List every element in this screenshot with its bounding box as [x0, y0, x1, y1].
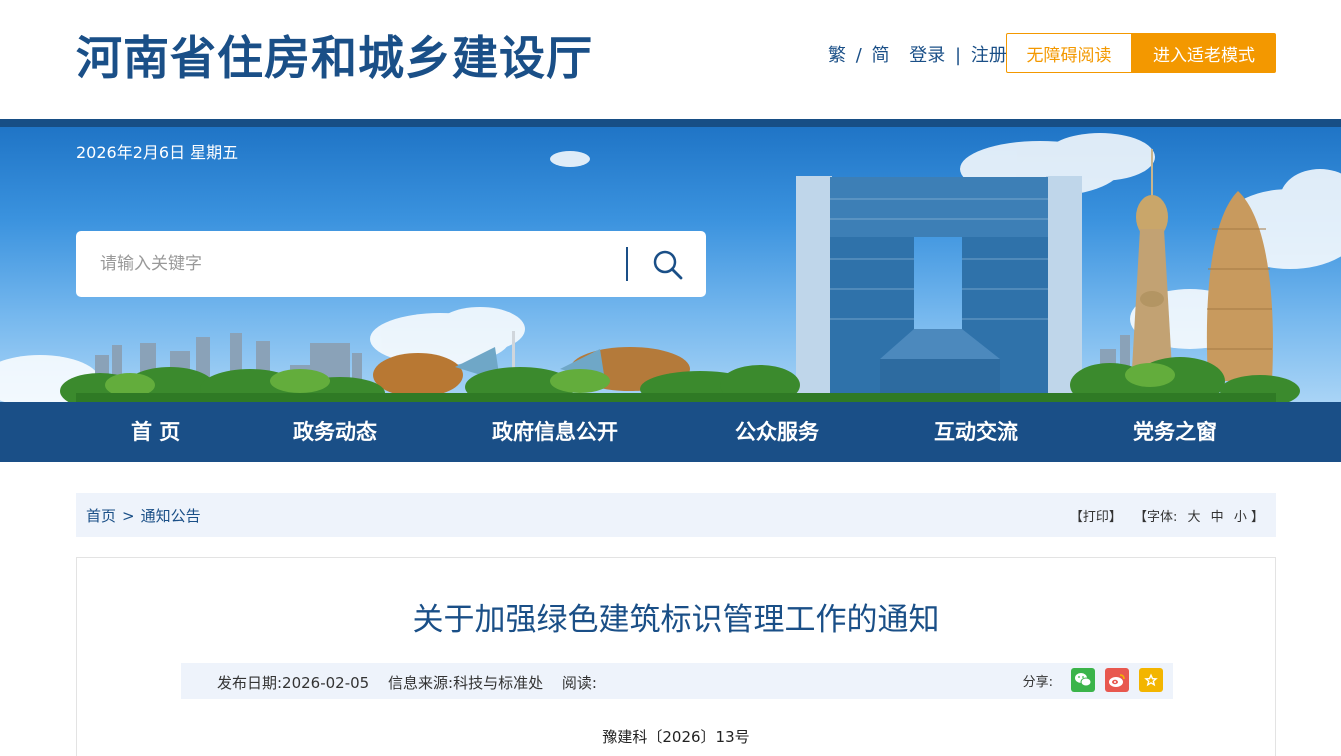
search-icon — [653, 250, 683, 280]
breadcrumb-current[interactable]: 通知公告 — [141, 507, 201, 525]
search-input[interactable] — [100, 251, 600, 277]
lang-separator: / — [855, 45, 862, 66]
font-size-prefix: 【字体: — [1133, 510, 1178, 525]
page-tools: 【打印】 【字体: 大 中 小 】 — [1070, 506, 1264, 525]
info-source: 信息来源:科技与标准处 — [388, 674, 544, 692]
font-medium-button[interactable]: 中 — [1211, 510, 1224, 525]
article-meta: 发布日期:2026-02-05 信息来源:科技与标准处 阅读: — [217, 672, 611, 693]
favorite-star-icon[interactable] — [1139, 668, 1163, 692]
publish-date: 发布日期:2026-02-05 — [217, 674, 370, 692]
read-count: 阅读: — [561, 674, 597, 692]
banner: 2026年2月6日 星期五 — [0, 119, 1341, 402]
auth-separator: | — [955, 45, 962, 66]
current-date: 2026年2月6日 星期五 — [76, 143, 239, 162]
font-size-suffix: 】 — [1250, 510, 1264, 525]
search-box — [76, 231, 706, 297]
article-panel: 关于加强绿色建筑标识管理工作的通知 发布日期:2026-02-05 信息来源:科… — [76, 557, 1276, 756]
share-bar: 分享: — [1023, 668, 1163, 692]
search-button[interactable] — [648, 247, 688, 283]
print-button[interactable]: 【打印】 — [1070, 510, 1122, 525]
nav-item-home[interactable]: 首 页 — [131, 402, 180, 462]
share-label: 分享: — [1022, 674, 1053, 690]
breadcrumb: 首页 > 通知公告 — [86, 505, 201, 526]
login-link[interactable]: 登录 — [909, 41, 945, 67]
wechat-icon[interactable] — [1071, 668, 1095, 692]
font-small-button[interactable]: 小 — [1234, 510, 1247, 525]
main-nav: 首 页 政务动态 政府信息公开 公众服务 互动交流 党务之窗 — [0, 402, 1341, 462]
nav-item-interaction[interactable]: 互动交流 — [934, 402, 1018, 462]
elder-mode-button[interactable]: 进入适老模式 — [1132, 33, 1276, 73]
site-title[interactable]: 河南省住房和城乡建设厅 — [76, 22, 593, 88]
breadcrumb-home[interactable]: 首页 — [86, 507, 116, 525]
nav-item-party-affairs[interactable]: 党务之窗 — [1133, 402, 1217, 462]
article-meta-bar: 发布日期:2026-02-05 信息来源:科技与标准处 阅读: 分享: — [181, 663, 1173, 699]
weibo-icon[interactable] — [1105, 668, 1129, 692]
simplified-chinese-link[interactable]: 简 — [872, 41, 890, 67]
accessibility-button[interactable]: 无障碍阅读 — [1006, 33, 1132, 73]
top-links: 繁 / 简 登录 | 注册 — [828, 41, 1007, 67]
document-number: 豫建科〔2026〕13号 — [602, 728, 750, 746]
nav-item-public-services[interactable]: 公众服务 — [735, 402, 819, 462]
register-link[interactable]: 注册 — [971, 41, 1007, 67]
font-large-button[interactable]: 大 — [1188, 510, 1201, 525]
site-header: 河南省住房和城乡建设厅 繁 / 简 登录 | 注册 无障碍阅读 进入适老模式 — [0, 0, 1341, 119]
traditional-chinese-link[interactable]: 繁 — [828, 41, 846, 67]
nav-item-info-disclosure[interactable]: 政府信息公开 — [492, 402, 618, 462]
breadcrumb-separator: > — [122, 507, 135, 525]
breadcrumb-bar: 首页 > 通知公告 【打印】 【字体: 大 中 小 】 — [76, 493, 1276, 537]
article-title: 关于加强绿色建筑标识管理工作的通知 — [412, 602, 940, 638]
nav-item-government-news[interactable]: 政务动态 — [293, 402, 377, 462]
search-divider — [626, 247, 628, 281]
